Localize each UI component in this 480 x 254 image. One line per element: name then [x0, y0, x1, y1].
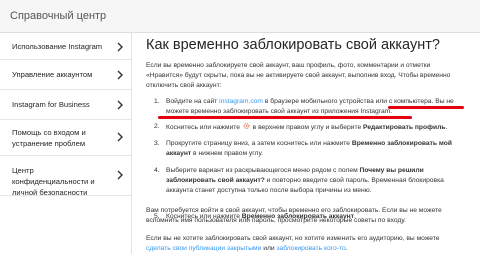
step-number: 2.: [154, 123, 160, 130]
step-bold: Редактировать профиль: [363, 124, 446, 131]
help-center-header: Справочный центр: [0, 0, 480, 33]
step-text-part: .: [445, 124, 448, 131]
step-text: Коснитесь или нажмите в верхнем правом у…: [166, 122, 464, 133]
instagram-link[interactable]: instagram.com: [219, 98, 263, 105]
sidebar-item-instagram-for-business[interactable]: Instagram for Business: [0, 90, 131, 120]
sidebar-item-account-management[interactable]: Управление аккаунтом: [0, 60, 131, 90]
red-underline-annotation: [388, 106, 464, 109]
login-note-paragraph: Вам потребуется войти в свой аккаунт, чт…: [146, 207, 442, 224]
sidebar: Использование Instagram Управление аккау…: [0, 33, 132, 254]
step-text-part: Выберите вариант из раскрывающегося меню…: [166, 167, 360, 174]
gear-icon: [243, 123, 250, 129]
step-text-part: Войдите на сайт: [166, 98, 220, 105]
chevron-right-icon: [117, 100, 123, 110]
article: Как временно заблокировать свой аккаунт?…: [132, 33, 480, 254]
chevron-right-icon: [117, 132, 123, 142]
header-title[interactable]: Справочный центр: [10, 10, 106, 22]
step-text: Выберите вариант из раскрывающегося меню…: [166, 166, 464, 196]
sidebar-item-privacy-safety[interactable]: Центр конфиденциальности и личной безопа…: [0, 156, 131, 197]
step-text-part: Коснитесь или нажмите: [166, 124, 242, 131]
alternatives-paragraph: Если вы не хотите заблокировать свой акк…: [146, 234, 466, 254]
sidebar-item-label: Центр конфиденциальности и личной безопа…: [12, 166, 95, 197]
red-underline-annotation: [158, 116, 412, 119]
sidebar-item-label: Instagram for Business: [12, 100, 90, 109]
sidebar-item-label: Помощь со входом и устранение проблем: [12, 128, 86, 148]
step-text: Прокрутите страницу вниз, а затем коснит…: [166, 139, 464, 159]
step-text-part: Прокрутите страницу вниз, а затем коснит…: [166, 140, 352, 147]
step-number: 1.: [154, 98, 160, 105]
paragraph-text: Если вы не хотите заблокировать свой акк…: [146, 235, 440, 242]
step-number: 3.: [154, 140, 160, 147]
make-posts-private-link[interactable]: сделать свои публикации закрытыми: [146, 245, 261, 252]
block-someone-link[interactable]: заблокировать кого-то: [276, 245, 345, 252]
step-text-part: в браузере мобильного устройства или с к…: [262, 98, 436, 105]
page-title: Как временно заблокировать свой аккаунт?: [146, 37, 440, 53]
sidebar-item-login-help[interactable]: Помощь со входом и устранение проблем: [0, 120, 131, 156]
paragraph-text: .: [345, 245, 348, 252]
paragraph-text: или: [261, 245, 277, 252]
chevron-right-icon: [117, 70, 123, 80]
sidebar-item-label: Использование Instagram: [12, 42, 103, 51]
article-intro: Если вы временно заблокируете свой аккау…: [146, 62, 451, 89]
chevron-right-icon: [117, 170, 123, 180]
step-number: 4.: [154, 167, 160, 174]
chevron-right-icon: [117, 42, 123, 52]
sidebar-item-label: Управление аккаунтом: [12, 70, 93, 79]
sidebar-item-using-instagram[interactable]: Использование Instagram: [0, 33, 131, 60]
step-text-part: в верхнем правом углу и выберите: [250, 124, 364, 131]
step-text-part: в нижнем правом углу.: [191, 150, 263, 157]
